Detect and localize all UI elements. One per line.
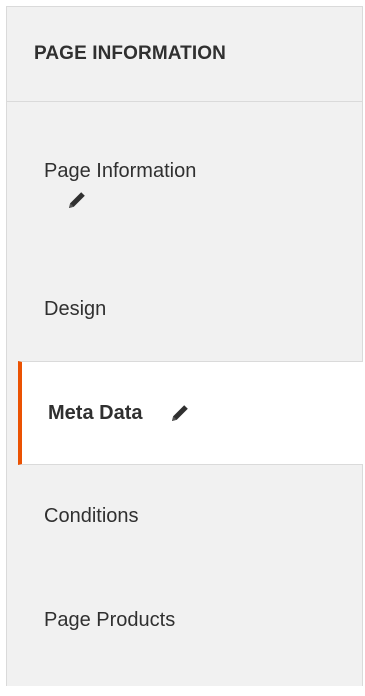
nav-item-page-products[interactable]: Page Products <box>7 568 362 672</box>
nav-item-label: Page Information <box>44 160 197 182</box>
nav-item-label: Conditions <box>44 505 139 527</box>
nav-item-conditions[interactable]: Conditions <box>7 465 362 568</box>
page-sections-panel: PAGE INFORMATION Page Information Design… <box>6 6 363 686</box>
nav-item-label: Design <box>44 298 107 320</box>
nav-item-design[interactable]: Design <box>7 258 362 361</box>
nav-item-label: Meta Data <box>48 401 143 424</box>
nav-item-label: Page Products <box>44 608 176 631</box>
nav-item-meta-data[interactable]: Meta Data <box>18 361 363 465</box>
pencil-icon <box>65 188 89 212</box>
nav-item-page-information[interactable]: Page Information <box>7 103 362 258</box>
section-nav: Page Information Design Meta Data Condit… <box>7 103 363 672</box>
panel-title: PAGE INFORMATION <box>7 7 362 102</box>
pencil-icon <box>168 401 192 425</box>
